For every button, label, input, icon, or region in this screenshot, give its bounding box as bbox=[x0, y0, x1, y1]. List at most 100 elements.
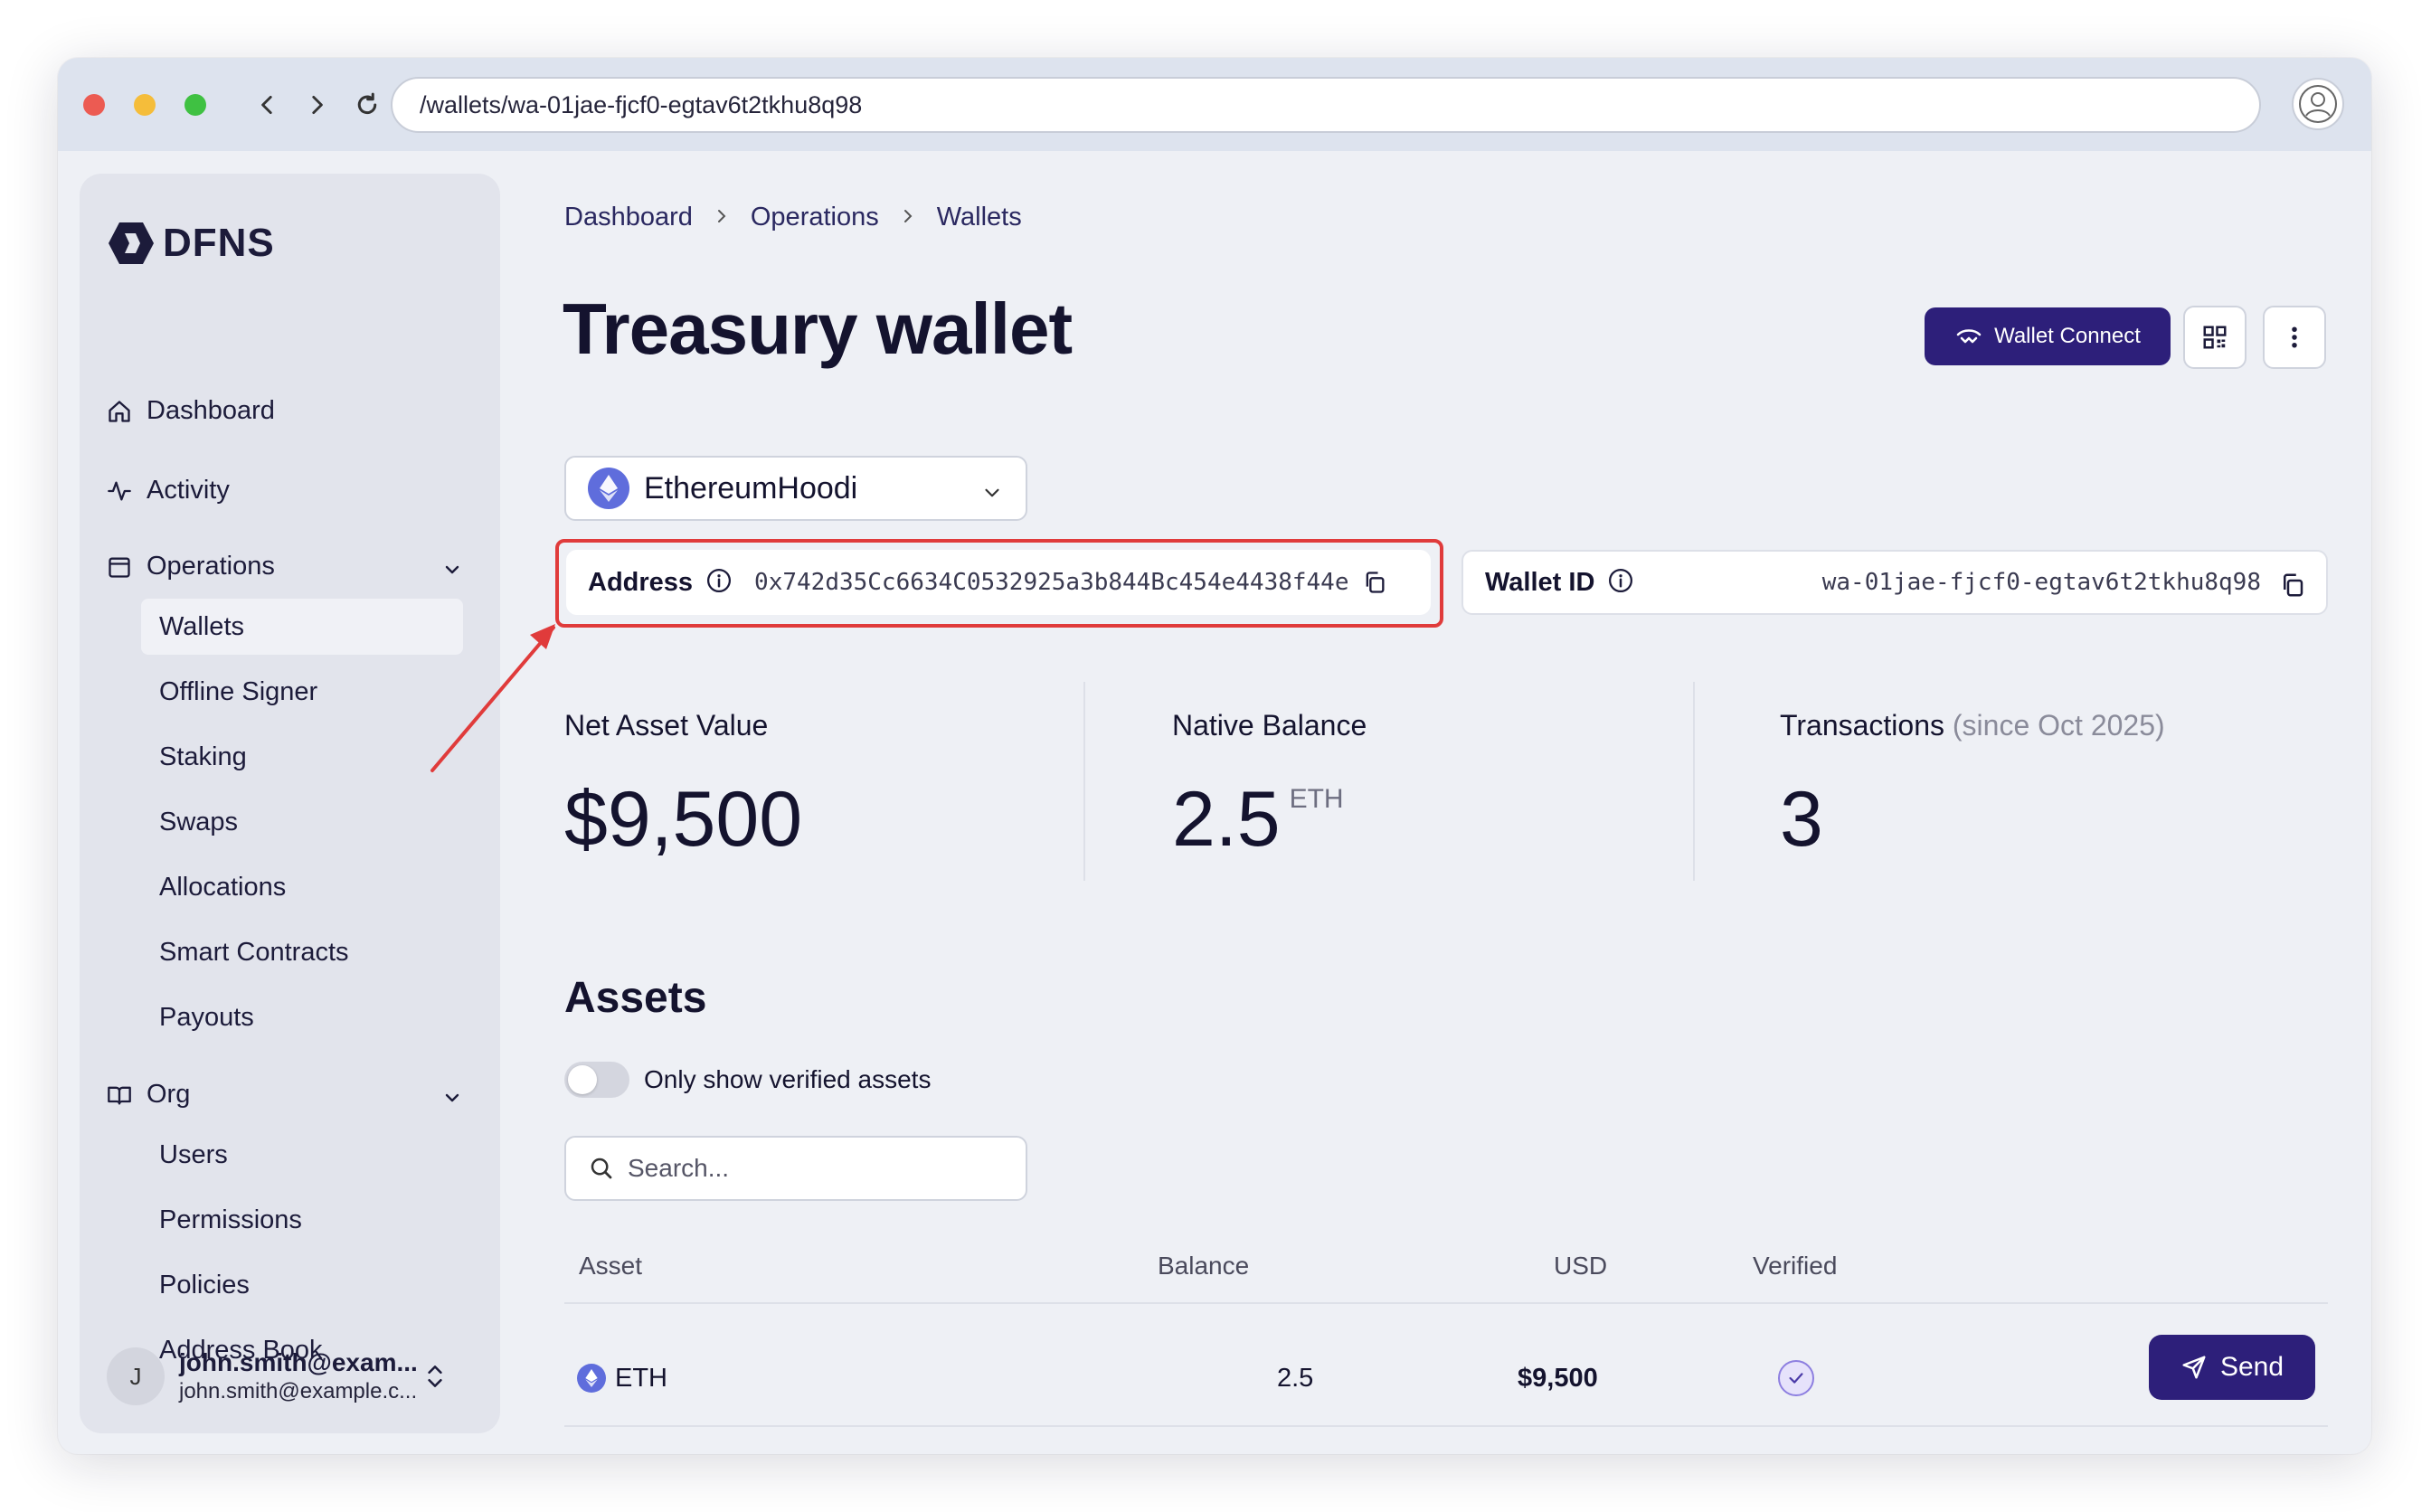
sidebar-item-dashboard[interactable]: Dashboard bbox=[107, 396, 275, 426]
sidebar-item-users[interactable]: Users bbox=[141, 1127, 463, 1183]
search-placeholder: Search... bbox=[628, 1154, 730, 1182]
sidebar-item-policies[interactable]: Policies bbox=[141, 1257, 463, 1313]
chevron-right-icon bbox=[714, 203, 729, 232]
activity-icon bbox=[108, 481, 131, 500]
sidebar-item-label: Operations bbox=[147, 552, 275, 581]
wallet-connect-label: Wallet Connect bbox=[1994, 324, 2141, 348]
user-email: john.smith@example.c... bbox=[179, 1379, 418, 1403]
browser-titlebar: /wallets/wa-01jae-fjcf0-egtav6t2tkhu8q98 bbox=[58, 58, 2371, 151]
qr-code-button[interactable] bbox=[2183, 306, 2247, 369]
sidebar-item-staking[interactable]: Staking bbox=[141, 729, 463, 785]
divider bbox=[1083, 682, 1085, 881]
divider bbox=[1693, 682, 1695, 881]
native-balance-unit: ETH bbox=[1289, 784, 1344, 814]
url-text: /wallets/wa-01jae-fjcf0-egtav6t2tkhu8q98 bbox=[420, 90, 863, 118]
sidebar-item-activity[interactable]: Activity bbox=[107, 476, 230, 506]
chevron-down-icon[interactable] bbox=[441, 1087, 463, 1113]
home-icon bbox=[109, 400, 130, 422]
url-bar[interactable]: /wallets/wa-01jae-fjcf0-egtav6t2tkhu8q98 bbox=[391, 77, 2261, 133]
walletconnect-icon bbox=[1956, 329, 1982, 344]
breadcrumb-operations[interactable]: Operations bbox=[751, 203, 879, 232]
sidebar-item-permissions[interactable]: Permissions bbox=[141, 1192, 463, 1248]
verified-check-icon bbox=[1778, 1360, 1814, 1396]
sidebar-item-allocations[interactable]: Allocations bbox=[141, 859, 463, 915]
assets-title: Assets bbox=[564, 974, 707, 1022]
column-header-balance[interactable]: Balance bbox=[1158, 1252, 1249, 1280]
sidebar-item-swaps[interactable]: Swaps bbox=[141, 794, 463, 850]
verified-assets-toggle[interactable] bbox=[564, 1062, 629, 1098]
profile-icon[interactable] bbox=[2292, 78, 2344, 130]
network-select[interactable]: EthereumHoodi bbox=[564, 456, 1027, 521]
wallet-id-value: wa-01jae-fjcf0-egtav6t2tkhu8q98 bbox=[1821, 569, 2261, 596]
sidebar-item-wallets[interactable]: Wallets bbox=[141, 599, 463, 655]
close-window-button[interactable] bbox=[83, 94, 105, 116]
asset-usd: $9,500 bbox=[1518, 1364, 1598, 1393]
asset-balance: 2.5 bbox=[1277, 1364, 1314, 1393]
browser-window: /wallets/wa-01jae-fjcf0-egtav6t2tkhu8q98… bbox=[58, 58, 2371, 1454]
table-header-divider bbox=[564, 1302, 2328, 1304]
net-asset-value-label: Net Asset Value bbox=[564, 709, 769, 742]
chevron-up-down-icon bbox=[428, 1366, 442, 1387]
send-button[interactable]: Send bbox=[2149, 1335, 2315, 1400]
more-vertical-icon bbox=[2292, 326, 2297, 348]
sidebar-item-label: Org bbox=[147, 1080, 191, 1109]
ethereum-icon bbox=[588, 468, 629, 509]
sidebar-item-offline-signer[interactable]: Offline Signer bbox=[141, 664, 463, 720]
native-balance-value: 2.5 bbox=[1172, 776, 1281, 863]
sidebar: DFNS Dashboard Activity Operations Walle… bbox=[80, 174, 500, 1433]
dfns-logo[interactable]: DFNS bbox=[107, 221, 275, 266]
send-icon bbox=[2182, 1356, 2206, 1379]
transactions-since: (since Oct 2025) bbox=[1952, 709, 2165, 742]
sidebar-item-label: Dashboard bbox=[147, 396, 275, 425]
back-icon[interactable] bbox=[246, 83, 289, 127]
copy-icon[interactable] bbox=[2279, 572, 2306, 603]
chevron-down-icon[interactable] bbox=[441, 559, 463, 585]
user-name: john.smith@exam... bbox=[179, 1348, 418, 1376]
net-asset-value: $9,500 bbox=[564, 776, 803, 863]
chevron-right-icon bbox=[901, 203, 915, 232]
breadcrumb: Dashboard Operations Wallets bbox=[564, 203, 1022, 232]
address-highlight-box bbox=[555, 539, 1443, 628]
ethereum-icon bbox=[577, 1364, 606, 1393]
asset-symbol: ETH bbox=[615, 1364, 667, 1393]
sidebar-item-operations[interactable]: Operations bbox=[107, 552, 275, 581]
more-options-button[interactable] bbox=[2263, 306, 2326, 369]
info-icon[interactable] bbox=[1607, 567, 1634, 599]
table-row-divider bbox=[564, 1425, 2328, 1427]
native-balance-stat: Native Balance 2.5 ETH bbox=[1172, 709, 1367, 865]
chevron-down-icon bbox=[980, 477, 1004, 513]
logo-text: DFNS bbox=[163, 221, 275, 265]
wallet-id-field: Wallet ID wa-01jae-fjcf0-egtav6t2tkhu8q9… bbox=[1461, 550, 2328, 615]
wallet-connect-button[interactable]: Wallet Connect bbox=[1925, 307, 2171, 365]
toggle-knob bbox=[568, 1065, 597, 1094]
column-header-asset: Asset bbox=[579, 1252, 643, 1280]
avatar: J bbox=[107, 1347, 165, 1405]
maximize-window-button[interactable] bbox=[184, 94, 206, 116]
search-icon bbox=[591, 1158, 612, 1179]
breadcrumb-dashboard[interactable]: Dashboard bbox=[564, 203, 693, 232]
network-name: EthereumHoodi bbox=[644, 470, 858, 506]
transactions-stat: Transactions (since Oct 2025) 3 bbox=[1780, 709, 2165, 865]
user-menu[interactable]: J john.smith@exam... john.smith@example.… bbox=[107, 1340, 478, 1413]
forward-icon[interactable] bbox=[295, 83, 338, 127]
transactions-value: 3 bbox=[1780, 776, 1823, 863]
sidebar-item-smart-contracts[interactable]: Smart Contracts bbox=[141, 924, 463, 980]
breadcrumb-wallets[interactable]: Wallets bbox=[937, 203, 1022, 232]
sidebar-item-payouts[interactable]: Payouts bbox=[141, 989, 463, 1045]
wallet-id-label: Wallet ID bbox=[1485, 567, 1595, 597]
minimize-window-button[interactable] bbox=[134, 94, 156, 116]
verified-assets-toggle-label: Only show verified assets bbox=[644, 1065, 932, 1093]
column-header-usd[interactable]: USD bbox=[1554, 1252, 1607, 1280]
sidebar-item-label: Activity bbox=[147, 476, 230, 505]
annotation-arrow bbox=[430, 624, 555, 772]
qr-code-icon bbox=[2203, 326, 2227, 349]
page-title: Treasury wallet bbox=[563, 288, 1073, 369]
folder-icon bbox=[109, 557, 130, 578]
reload-icon[interactable] bbox=[345, 83, 389, 127]
search-input[interactable]: Search... bbox=[564, 1136, 1027, 1201]
book-icon bbox=[108, 1086, 131, 1104]
column-header-verified: Verified bbox=[1753, 1252, 1838, 1280]
send-label: Send bbox=[2219, 1352, 2284, 1382]
sidebar-item-org[interactable]: Org bbox=[107, 1080, 190, 1110]
transactions-label: Transactions bbox=[1780, 709, 1944, 742]
